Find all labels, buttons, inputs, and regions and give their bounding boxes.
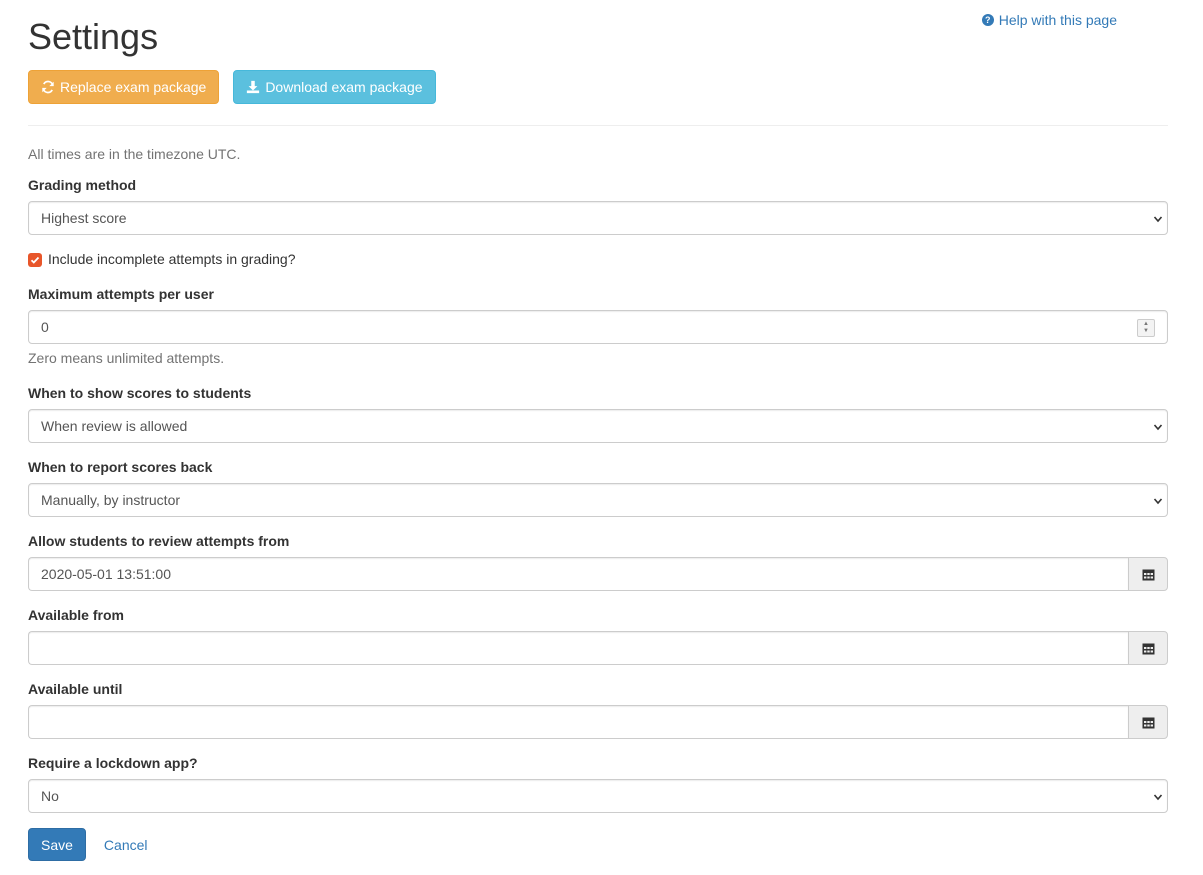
calendar-icon [1142, 569, 1154, 580]
form-actions: Save Cancel [28, 828, 162, 861]
report-scores-select[interactable]: Manually, by instructor [28, 483, 1168, 517]
stepper-up-icon[interactable]: ▲ [1143, 321, 1149, 328]
download-icon [247, 80, 260, 94]
help-link-label: Help with this page [998, 12, 1117, 28]
package-actions: Replace exam package Download exam packa… [28, 70, 436, 104]
review-from-calendar-button[interactable] [1128, 557, 1168, 591]
download-exam-package-button[interactable]: Download exam package [233, 70, 436, 104]
timezone-note: All times are in the timezone UTC. [28, 146, 241, 162]
available-until-calendar-button[interactable] [1128, 705, 1168, 739]
available-from-group [28, 631, 1168, 665]
lockdown-value: No [41, 788, 59, 804]
lockdown-select[interactable]: No [28, 779, 1168, 813]
show-scores-value: When review is allowed [41, 418, 188, 434]
show-scores-label: When to show scores to students [28, 385, 252, 401]
include-incomplete-label: Include incomplete attempts in grading? [48, 251, 296, 267]
save-button[interactable]: Save [28, 828, 86, 861]
number-stepper[interactable]: ▲ ▼ [1137, 319, 1155, 337]
review-from-value: 2020-05-01 13:51:00 [41, 566, 171, 582]
show-scores-select[interactable]: When review is allowed [28, 409, 1168, 443]
max-attempts-label: Maximum attempts per user [28, 286, 214, 302]
divider [28, 125, 1168, 126]
max-attempts-value: 0 [41, 319, 49, 335]
chevron-down-icon [1153, 216, 1163, 223]
grading-method-value: Highest score [41, 210, 127, 226]
available-from-input[interactable] [28, 631, 1128, 665]
review-from-label: Allow students to review attempts from [28, 533, 290, 549]
available-until-label: Available until [28, 681, 123, 697]
available-until-group [28, 705, 1168, 739]
include-incomplete-checkbox[interactable] [28, 253, 42, 267]
available-from-label: Available from [28, 607, 124, 623]
page-title: Settings [28, 16, 159, 57]
review-from-group: 2020-05-01 13:51:00 [28, 557, 1168, 591]
replace-exam-package-label: Replace exam package [60, 79, 207, 95]
grading-method-label: Grading method [28, 177, 137, 193]
review-from-input[interactable]: 2020-05-01 13:51:00 [28, 557, 1128, 591]
chevron-down-icon [1153, 424, 1163, 431]
cancel-link[interactable]: Cancel [90, 837, 162, 853]
report-scores-label: When to report scores back [28, 459, 213, 475]
replace-exam-package-button[interactable]: Replace exam package [28, 70, 220, 104]
calendar-icon [1142, 643, 1154, 654]
available-from-calendar-button[interactable] [1128, 631, 1168, 665]
available-until-input[interactable] [28, 705, 1128, 739]
chevron-down-icon [1153, 498, 1163, 505]
checkmark-icon [30, 256, 40, 264]
report-scores-value: Manually, by instructor [41, 492, 181, 508]
stepper-down-icon[interactable]: ▼ [1143, 328, 1149, 335]
include-incomplete-row: Include incomplete attempts in grading? [28, 251, 295, 267]
calendar-icon [1142, 717, 1154, 728]
grading-method-select[interactable]: Highest score [28, 201, 1168, 235]
help-link[interactable]: ? Help with this page [981, 12, 1117, 28]
max-attempts-input[interactable]: 0 ▲ ▼ [28, 310, 1168, 344]
chevron-down-icon [1153, 794, 1163, 801]
download-exam-package-label: Download exam package [265, 79, 423, 95]
max-attempts-help: Zero means unlimited attempts. [28, 350, 225, 366]
lockdown-label: Require a lockdown app? [28, 755, 198, 771]
refresh-icon [42, 80, 54, 94]
question-circle-icon: ? [981, 14, 994, 26]
